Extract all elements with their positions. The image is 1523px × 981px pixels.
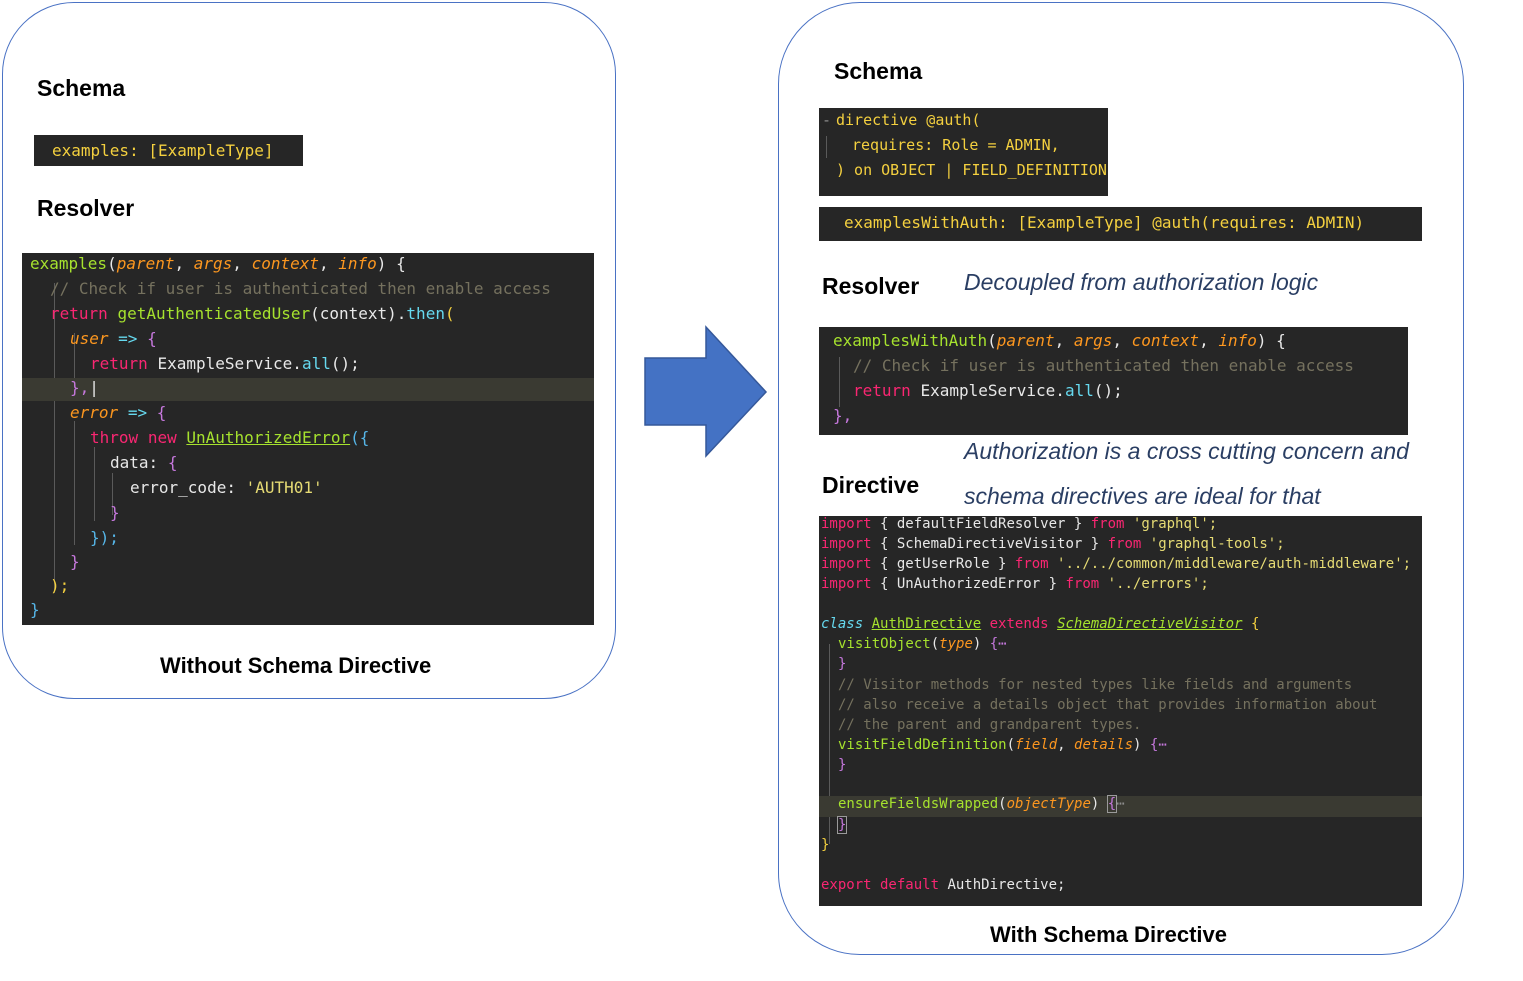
code-line: examples(parent, args, context, info) { <box>30 254 406 273</box>
directive-heading: Directive <box>822 472 920 498</box>
code-line: } <box>838 656 847 672</box>
code-line: } <box>70 552 80 571</box>
code-line: // the parent and grandparent types. <box>838 717 1142 733</box>
code-line: return getAuthenticatedUser(context).the… <box>50 304 455 323</box>
code-line: import { getUserRole } from '../../commo… <box>821 556 1412 572</box>
code-line: } <box>110 503 120 522</box>
right-resolver-heading: Resolver <box>822 273 920 299</box>
code-line: examplesWithAuth(parent, args, context, … <box>833 331 1286 350</box>
code-line: // also receive a details object that pr… <box>838 697 1378 713</box>
code-line: export default AuthDirective; <box>821 877 1066 893</box>
code-line-highlighted: ensureFieldsWrapped(objectType) {⋯ <box>819 795 1422 817</box>
code-line: } <box>836 816 848 834</box>
code-line: class AuthDirective extends SchemaDirect… <box>821 616 1260 632</box>
transition-arrow-icon <box>644 325 768 458</box>
directive-definition-code: - directive @auth( requires: Role = ADMI… <box>819 108 1108 196</box>
left-resolver-code: examples(parent, args, context, info) { … <box>22 253 594 625</box>
directive-note-line-1: Authorization is a cross cutting concern… <box>964 438 1409 464</box>
code-line: visitFieldDefinition(field, details) {⋯ <box>838 737 1167 753</box>
left-resolver-heading: Resolver <box>37 195 135 221</box>
left-schema-code: examples: [ExampleType] <box>34 135 303 166</box>
code-line: } <box>821 837 830 853</box>
code-line: // Check if user is authenticated then e… <box>853 356 1354 375</box>
schema-code-line: examples: [ExampleType] <box>52 141 274 160</box>
directive-note-line-2: schema directives are ideal for that <box>964 483 1321 509</box>
code-line: error => { <box>70 403 167 422</box>
code-line: }); <box>90 528 119 547</box>
code-line: }, <box>833 406 853 425</box>
code-line: user => { <box>70 329 157 348</box>
right-schema-heading: Schema <box>834 58 923 84</box>
left-schema-heading: Schema <box>37 75 126 101</box>
code-line: directive @auth( <box>836 111 981 129</box>
code-line: error_code: 'AUTH01' <box>130 478 323 497</box>
code-line: ); <box>50 576 70 595</box>
code-line: import { UnAuthorizedError } from '../er… <box>821 576 1209 592</box>
code-line: return ExampleService.all(); <box>90 354 360 373</box>
code-line: visitObject(type) {⋯ <box>838 636 1007 652</box>
code-line: // Visitor methods for nested types like… <box>838 677 1353 693</box>
code-line: return ExampleService.all(); <box>853 381 1123 400</box>
code-line-highlighted: },| <box>22 378 594 401</box>
schema-field-code: examplesWithAuth: [ExampleType] @auth(re… <box>819 207 1422 241</box>
code-line: examplesWithAuth: [ExampleType] @auth(re… <box>844 213 1365 232</box>
code-line: ) on OBJECT | FIELD_DEFINITION <box>836 161 1107 179</box>
code-line: data: { <box>110 453 178 472</box>
code-line: import { SchemaDirectiveVisitor } from '… <box>821 536 1285 552</box>
right-caption: With Schema Directive <box>990 922 1227 947</box>
code-line: throw new UnAuthorizedError({ <box>90 428 370 447</box>
code-line: requires: Role = ADMIN, <box>852 136 1060 154</box>
code-line: } <box>30 600 40 619</box>
resolver-note: Decoupled from authorization logic <box>964 269 1319 295</box>
code-line: import { defaultFieldResolver } from 'gr… <box>821 516 1218 532</box>
directive-class-code: import { defaultFieldResolver } from 'gr… <box>819 516 1422 906</box>
arrow-shape <box>644 325 768 458</box>
right-resolver-code: examplesWithAuth(parent, args, context, … <box>819 327 1408 435</box>
left-caption: Without Schema Directive <box>160 653 432 678</box>
code-line: } <box>838 757 847 773</box>
code-line: // Check if user is authenticated then e… <box>50 279 551 298</box>
